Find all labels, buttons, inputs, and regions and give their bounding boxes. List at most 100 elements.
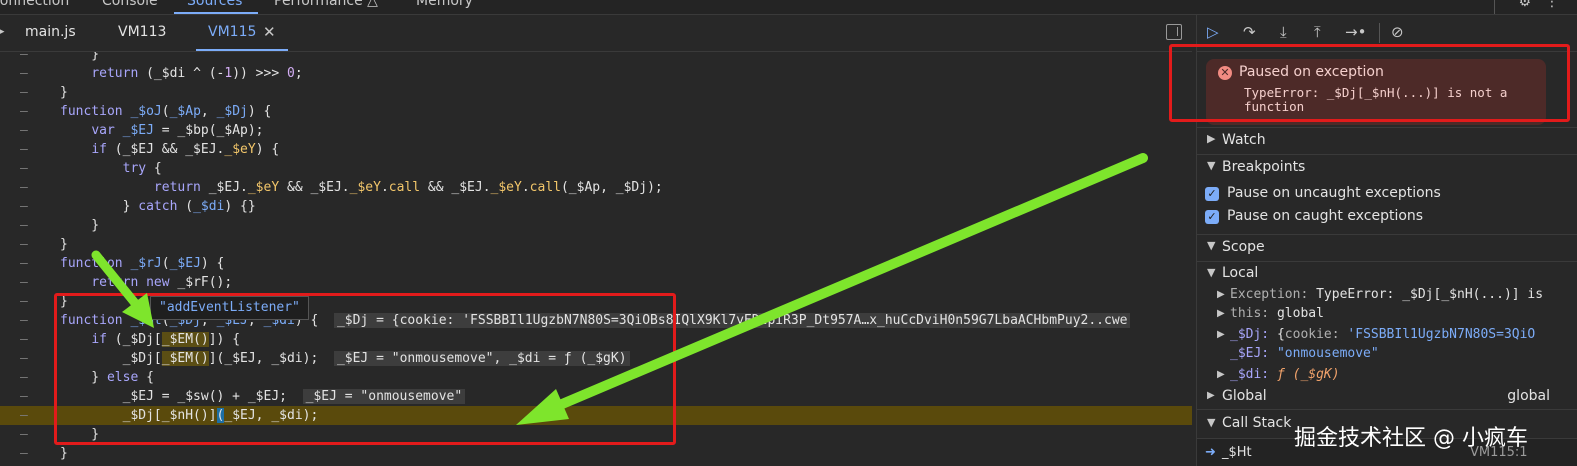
global-scope-row[interactable]: ▶ Global global xyxy=(1197,386,1577,406)
annotation-box-code xyxy=(54,293,676,445)
exception-value: TypeError: _$Dj[_$nH(...)] is xyxy=(1316,287,1544,302)
line-gutter-marker[interactable]: – xyxy=(20,387,28,406)
code-text: function _$oJ(_$Ap, _$Dj) { xyxy=(60,104,272,119)
chevron-down-icon: ▼ xyxy=(1207,416,1216,429)
line-gutter-marker[interactable]: – xyxy=(20,52,28,64)
line-gutter-marker[interactable]: – xyxy=(20,83,28,102)
line-gutter-marker[interactable]: – xyxy=(20,178,28,197)
code-line[interactable]: – var _$EJ = _$bp(_$Ap); xyxy=(0,121,1192,140)
code-text: var _$EJ = _$bp(_$Ap); xyxy=(91,123,264,138)
line-gutter-marker[interactable]: – xyxy=(20,406,28,425)
gear-icon[interactable]: ⚙ xyxy=(1518,0,1531,10)
navigator-toggle-icon[interactable]: ▸ xyxy=(0,24,5,39)
step-icon[interactable]: →• xyxy=(1345,23,1366,41)
deactivate-breakpoints-icon[interactable]: ⊘ xyxy=(1391,23,1404,41)
this-value: global xyxy=(1276,306,1324,321)
line-gutter-marker[interactable]: – xyxy=(20,254,28,273)
code-line[interactable]: –} xyxy=(0,235,1192,254)
topbar-divider xyxy=(1494,0,1495,14)
code-text: } xyxy=(60,446,68,461)
line-gutter-marker[interactable]: – xyxy=(20,121,28,140)
code-line[interactable]: – return new _$rF(); xyxy=(0,273,1192,292)
tab-connection[interactable]: Connection xyxy=(0,0,69,9)
watch-section[interactable]: ▶ Watch xyxy=(1197,127,1577,153)
code-line[interactable]: – return (_$di ^ (-1)) >>> 0; xyxy=(0,64,1192,83)
step-out-icon[interactable]: ⤒ xyxy=(1314,23,1321,41)
breakpoints-section[interactable]: ▼ Breakpoints xyxy=(1197,154,1577,180)
line-gutter-marker[interactable]: – xyxy=(20,444,28,463)
scope-exception-row[interactable]: ▶ Exception: TypeError: _$Dj[_$nH(...)] … xyxy=(1197,285,1577,305)
scope-this-row[interactable]: ▶ this: global xyxy=(1197,304,1577,324)
code-line[interactable]: –} xyxy=(0,83,1192,102)
tab-memory[interactable]: Memory xyxy=(416,0,473,9)
file-tab-main-js[interactable]: main.js xyxy=(25,24,76,40)
active-file-underline xyxy=(196,49,288,51)
checkbox-checked-icon[interactable]: ✓ xyxy=(1205,210,1219,224)
code-text: } xyxy=(60,85,68,100)
code-line[interactable]: – try { xyxy=(0,159,1192,178)
frame-function-name: _$Ht xyxy=(1222,445,1252,460)
scope-section[interactable]: ▼ Scope xyxy=(1197,234,1577,260)
code-line[interactable]: – function _$rJ(_$EJ) { xyxy=(0,254,1192,273)
line-gutter-marker[interactable]: – xyxy=(20,292,28,311)
tab-console[interactable]: Console xyxy=(102,0,158,9)
code-text: } xyxy=(60,237,68,252)
file-tab-vm113[interactable]: VM113 xyxy=(118,24,166,40)
line-gutter-marker[interactable]: – xyxy=(20,235,28,254)
line-gutter-marker[interactable]: – xyxy=(20,330,28,349)
code-text: return _$EJ._$eY && _$EJ._$eY.call && _$… xyxy=(153,180,663,195)
close-tab-icon[interactable]: ✕ xyxy=(263,23,276,41)
di-key: _$di: xyxy=(1230,367,1270,382)
line-gutter-marker[interactable]: – xyxy=(20,216,28,235)
line-gutter-marker[interactable]: – xyxy=(20,368,28,387)
code-line[interactable]: – function _$oJ(_$Ap, _$Dj) { xyxy=(0,102,1192,121)
line-gutter-marker[interactable]: – xyxy=(20,140,28,159)
line-gutter-marker[interactable]: – xyxy=(20,311,28,330)
code-line[interactable]: – } xyxy=(0,52,1192,64)
step-over-icon[interactable]: ↷ xyxy=(1243,23,1256,41)
tab-sources[interactable]: Sources xyxy=(187,0,242,9)
code-line[interactable]: – } xyxy=(0,216,1192,235)
line-gutter-marker[interactable]: – xyxy=(20,349,28,368)
editor-file-tabs: ▸ main.js VM113 VM115 ✕ xyxy=(0,15,1192,52)
line-gutter-marker[interactable]: – xyxy=(20,64,28,83)
step-into-icon[interactable]: ⤓ xyxy=(1280,23,1287,41)
ej-key: _$EJ: xyxy=(1230,346,1270,361)
breakpoints-label: Breakpoints xyxy=(1222,159,1306,175)
file-tab-vm115[interactable]: VM115 xyxy=(208,24,256,40)
toggle-debugger-panel-icon[interactable] xyxy=(1166,24,1182,40)
code-line[interactable]: – if (_$EJ && _$EJ._$eY) { xyxy=(0,140,1192,159)
code-text: if (_$EJ && _$EJ._$eY) { xyxy=(91,142,280,157)
global-value: global xyxy=(1507,388,1550,404)
local-scope-header[interactable]: ▼ Local xyxy=(1197,261,1577,283)
line-gutter-marker[interactable]: – xyxy=(20,197,28,216)
line-gutter-marker[interactable]: – xyxy=(20,425,28,444)
scope-dj-row[interactable]: ▶ _$Dj: {cookie: 'FSSBBIl1UgzbN7N80S=3Qi… xyxy=(1197,325,1577,345)
dj-brace: { xyxy=(1276,327,1285,342)
ej-value: "onmousemove" xyxy=(1276,346,1379,361)
tab-performance[interactable]: Performance △ xyxy=(274,0,378,9)
scope-di-row[interactable]: ▶ _$di: ƒ (_$gK) xyxy=(1197,365,1577,385)
watermark-text: 掘金技术社区 @ 小疯车 xyxy=(1294,426,1528,451)
code-text: return (_$di ^ (-1)) >>> 0; xyxy=(91,66,303,81)
code-line[interactable]: – } catch (_$di) {} xyxy=(0,197,1192,216)
line-gutter-marker[interactable]: – xyxy=(20,159,28,178)
pause-caught-row[interactable]: ✓ Pause on caught exceptions xyxy=(1205,207,1575,229)
line-gutter-marker[interactable]: – xyxy=(20,102,28,121)
code-line[interactable]: – return _$EJ._$eY && _$EJ._$eY.call && … xyxy=(0,178,1192,197)
chevron-right-icon: ▶ xyxy=(1207,390,1215,401)
code-text: function _$rJ(_$EJ) { xyxy=(60,256,225,271)
scope-ej-row: _$EJ: "onmousemove" xyxy=(1197,344,1577,364)
pause-caught-label: Pause on caught exceptions xyxy=(1227,208,1424,224)
line-gutter-marker[interactable]: – xyxy=(20,273,28,292)
annotation-box-exception xyxy=(1169,44,1570,122)
more-options-icon[interactable]: ⋮ xyxy=(1545,0,1559,10)
pause-uncaught-row[interactable]: ✓ Pause on uncaught exceptions xyxy=(1205,184,1575,206)
checkbox-checked-icon[interactable]: ✓ xyxy=(1205,187,1219,201)
global-label: Global xyxy=(1222,388,1267,404)
this-key: this: xyxy=(1230,306,1270,321)
dj-key: _$Dj: xyxy=(1230,327,1270,342)
code-line[interactable]: –} xyxy=(0,444,1192,463)
code-text: try { xyxy=(122,161,162,176)
resume-icon[interactable]: ▷ xyxy=(1207,23,1219,41)
